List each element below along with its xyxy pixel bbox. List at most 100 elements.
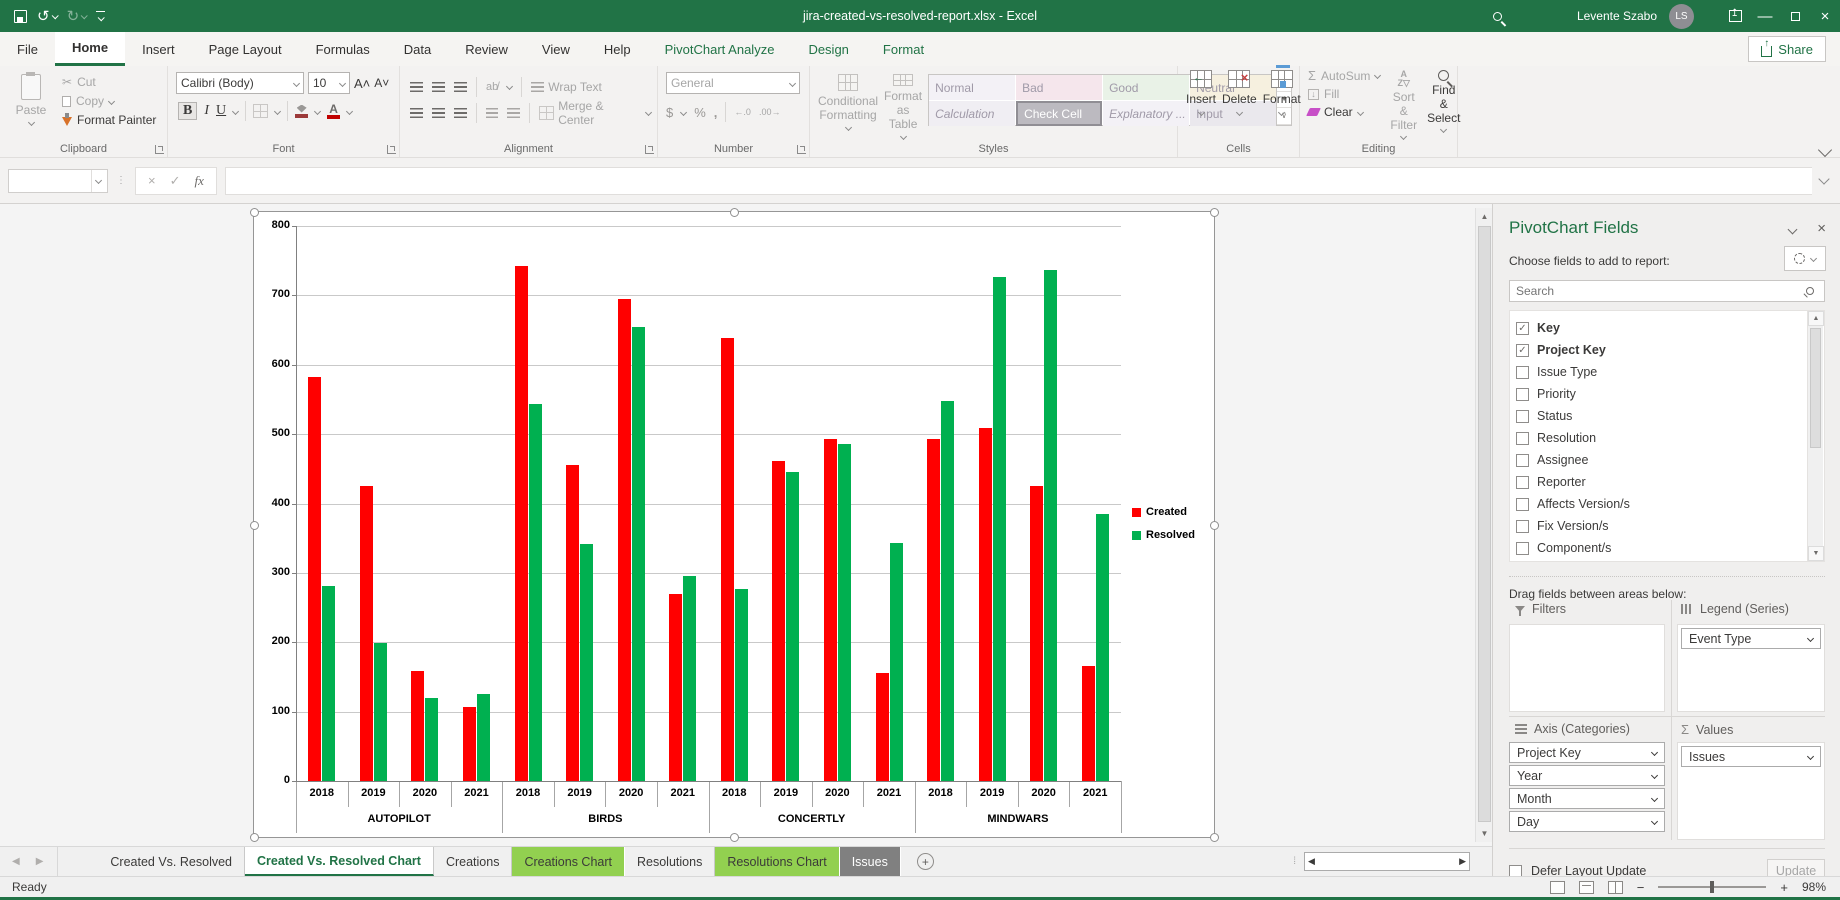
chart-selection-handle[interactable]: [1210, 521, 1219, 530]
fill-color-icon[interactable]: [295, 105, 308, 118]
format-cells-button[interactable]: Format: [1263, 70, 1301, 139]
pill-dropdown-icon[interactable]: [1651, 772, 1658, 779]
name-box[interactable]: [8, 169, 108, 193]
bar-created-birds-2021[interactable]: [669, 594, 682, 781]
field-checkbox[interactable]: ✓: [1516, 344, 1529, 357]
page-layout-view-icon[interactable]: [1579, 881, 1594, 894]
field-pill-year[interactable]: Year: [1509, 765, 1665, 786]
fields-scroll-down-icon[interactable]: ▼: [1808, 546, 1824, 561]
bar-resolved-birds-2020[interactable]: [632, 327, 645, 781]
field-checkbox[interactable]: [1516, 366, 1529, 379]
customize-toolbar-icon[interactable]: [96, 11, 105, 22]
bar-resolved-mindwars-2021[interactable]: [1096, 514, 1109, 781]
pivot-chart[interactable]: 0100200300400500600700800201820192020202…: [253, 211, 1215, 838]
close-button[interactable]: ×: [1810, 0, 1840, 32]
zoom-in-icon[interactable]: +: [1780, 880, 1788, 895]
fields-scroll-thumb[interactable]: [1810, 328, 1821, 448]
bar-created-concertly-2018[interactable]: [721, 338, 734, 781]
chart-selection-handle[interactable]: [250, 208, 259, 217]
ribbon-tab-review[interactable]: Review: [448, 32, 525, 66]
sheet-tab-issues[interactable]: Issues: [840, 847, 901, 876]
bar-resolved-concertly-2018[interactable]: [735, 589, 748, 781]
bar-created-mindwars-2020[interactable]: [1030, 486, 1043, 782]
align-middle-icon[interactable]: [432, 82, 445, 92]
bar-created-mindwars-2019[interactable]: [979, 428, 992, 781]
zoom-slider-thumb[interactable]: [1710, 881, 1714, 893]
sheet-tab-creations-chart[interactable]: Creations Chart: [512, 847, 625, 876]
bar-resolved-mindwars-2020[interactable]: [1044, 270, 1057, 781]
field-row-issue-type[interactable]: Issue Type: [1516, 361, 1824, 383]
field-row-fix-version-s[interactable]: Fix Version/s: [1516, 515, 1824, 537]
hscroll-right-icon[interactable]: ▶: [1459, 856, 1466, 867]
horizontal-scrollbar[interactable]: ◀ ▶: [1304, 852, 1470, 871]
style-good[interactable]: Good: [1103, 75, 1189, 100]
sheet-tab-created-vs-resolved-chart[interactable]: Created Vs. Resolved Chart: [245, 847, 434, 876]
bar-resolved-autopilot-2020[interactable]: [425, 698, 438, 781]
zoom-slider[interactable]: [1658, 886, 1766, 888]
bar-resolved-mindwars-2019[interactable]: [993, 277, 1006, 781]
bar-created-mindwars-2021[interactable]: [1082, 666, 1095, 781]
bar-created-birds-2018[interactable]: [515, 266, 528, 782]
field-row-affects-version-s[interactable]: Affects Version/s: [1516, 493, 1824, 515]
find-select-button[interactable]: Find & Select: [1427, 68, 1460, 139]
bar-created-concertly-2019[interactable]: [772, 461, 785, 782]
field-checkbox[interactable]: [1516, 498, 1529, 511]
search-input[interactable]: [1510, 284, 1806, 298]
normal-view-icon[interactable]: [1550, 881, 1565, 894]
ribbon-tab-formulas[interactable]: Formulas: [299, 32, 387, 66]
underline-button[interactable]: U: [216, 103, 226, 119]
bar-resolved-birds-2019[interactable]: [580, 544, 593, 781]
style-normal[interactable]: Normal: [929, 75, 1015, 100]
delete-cells-button[interactable]: Delete: [1222, 70, 1257, 139]
insert-cells-button[interactable]: Insert: [1186, 70, 1216, 139]
bar-created-autopilot-2018[interactable]: [308, 377, 321, 781]
collapse-ribbon-icon[interactable]: [1818, 143, 1832, 157]
ribbon-display-options-icon[interactable]: [1720, 0, 1750, 32]
chart-selection-handle[interactable]: [250, 833, 259, 842]
fields-scroll-up-icon[interactable]: ▲: [1808, 311, 1824, 326]
field-checkbox[interactable]: [1516, 388, 1529, 401]
chart-selection-handle[interactable]: [1210, 208, 1219, 217]
field-row-status[interactable]: Status: [1516, 405, 1824, 427]
bar-resolved-birds-2018[interactable]: [529, 404, 542, 781]
pill-dropdown-icon[interactable]: [1651, 749, 1658, 756]
field-checkbox[interactable]: [1516, 432, 1529, 445]
field-checkbox[interactable]: [1516, 410, 1529, 423]
bar-resolved-autopilot-2018[interactable]: [322, 586, 335, 781]
field-pill-event-type[interactable]: Event Type: [1681, 628, 1821, 649]
new-sheet-icon[interactable]: +: [917, 853, 934, 870]
field-row-component-s[interactable]: Component/s: [1516, 537, 1824, 559]
pill-dropdown-icon[interactable]: [1807, 635, 1814, 642]
bold-button[interactable]: B: [178, 102, 197, 120]
font-color-icon[interactable]: A: [327, 104, 340, 119]
bar-created-mindwars-2018[interactable]: [927, 439, 940, 781]
borders-icon[interactable]: [253, 104, 268, 118]
bar-resolved-concertly-2019[interactable]: [786, 472, 799, 781]
alignment-dialog-launcher-icon[interactable]: [645, 145, 654, 154]
ribbon-tab-pivotchart-analyze[interactable]: PivotChart Analyze: [648, 32, 792, 66]
tools-button[interactable]: [1784, 246, 1826, 271]
legend-area[interactable]: Event Type: [1677, 624, 1825, 712]
insert-function-icon[interactable]: fx: [195, 173, 204, 189]
field-row-resolution[interactable]: Resolution: [1516, 427, 1824, 449]
field-pill-project-key[interactable]: Project Key: [1509, 742, 1665, 763]
filters-area[interactable]: [1509, 624, 1665, 712]
pill-dropdown-icon[interactable]: [1651, 795, 1658, 802]
sheet-tab-resolutions-chart[interactable]: Resolutions Chart: [715, 847, 839, 876]
undo-icon[interactable]: ↺: [37, 9, 57, 24]
font-dialog-launcher-icon[interactable]: [387, 145, 396, 154]
clipboard-dialog-launcher-icon[interactable]: [155, 145, 164, 154]
sheet-tab-created-vs-resolved[interactable]: Created Vs. Resolved: [98, 847, 245, 876]
bar-resolved-birds-2021[interactable]: [683, 576, 696, 781]
format-painter-button[interactable]: Format Painter: [62, 113, 156, 127]
ribbon-tab-design[interactable]: Design: [791, 32, 865, 66]
pill-dropdown-icon[interactable]: [1651, 818, 1658, 825]
field-checkbox[interactable]: [1516, 476, 1529, 489]
sheet-tab-resolutions[interactable]: Resolutions: [625, 847, 715, 876]
avatar[interactable]: LS: [1669, 4, 1694, 29]
minimize-button[interactable]: —: [1750, 0, 1780, 32]
style-calculation[interactable]: Calculation: [929, 101, 1015, 126]
chart-selection-handle[interactable]: [250, 521, 259, 530]
ribbon-tab-page-layout[interactable]: Page Layout: [192, 32, 299, 66]
align-center-icon[interactable]: [432, 108, 445, 118]
